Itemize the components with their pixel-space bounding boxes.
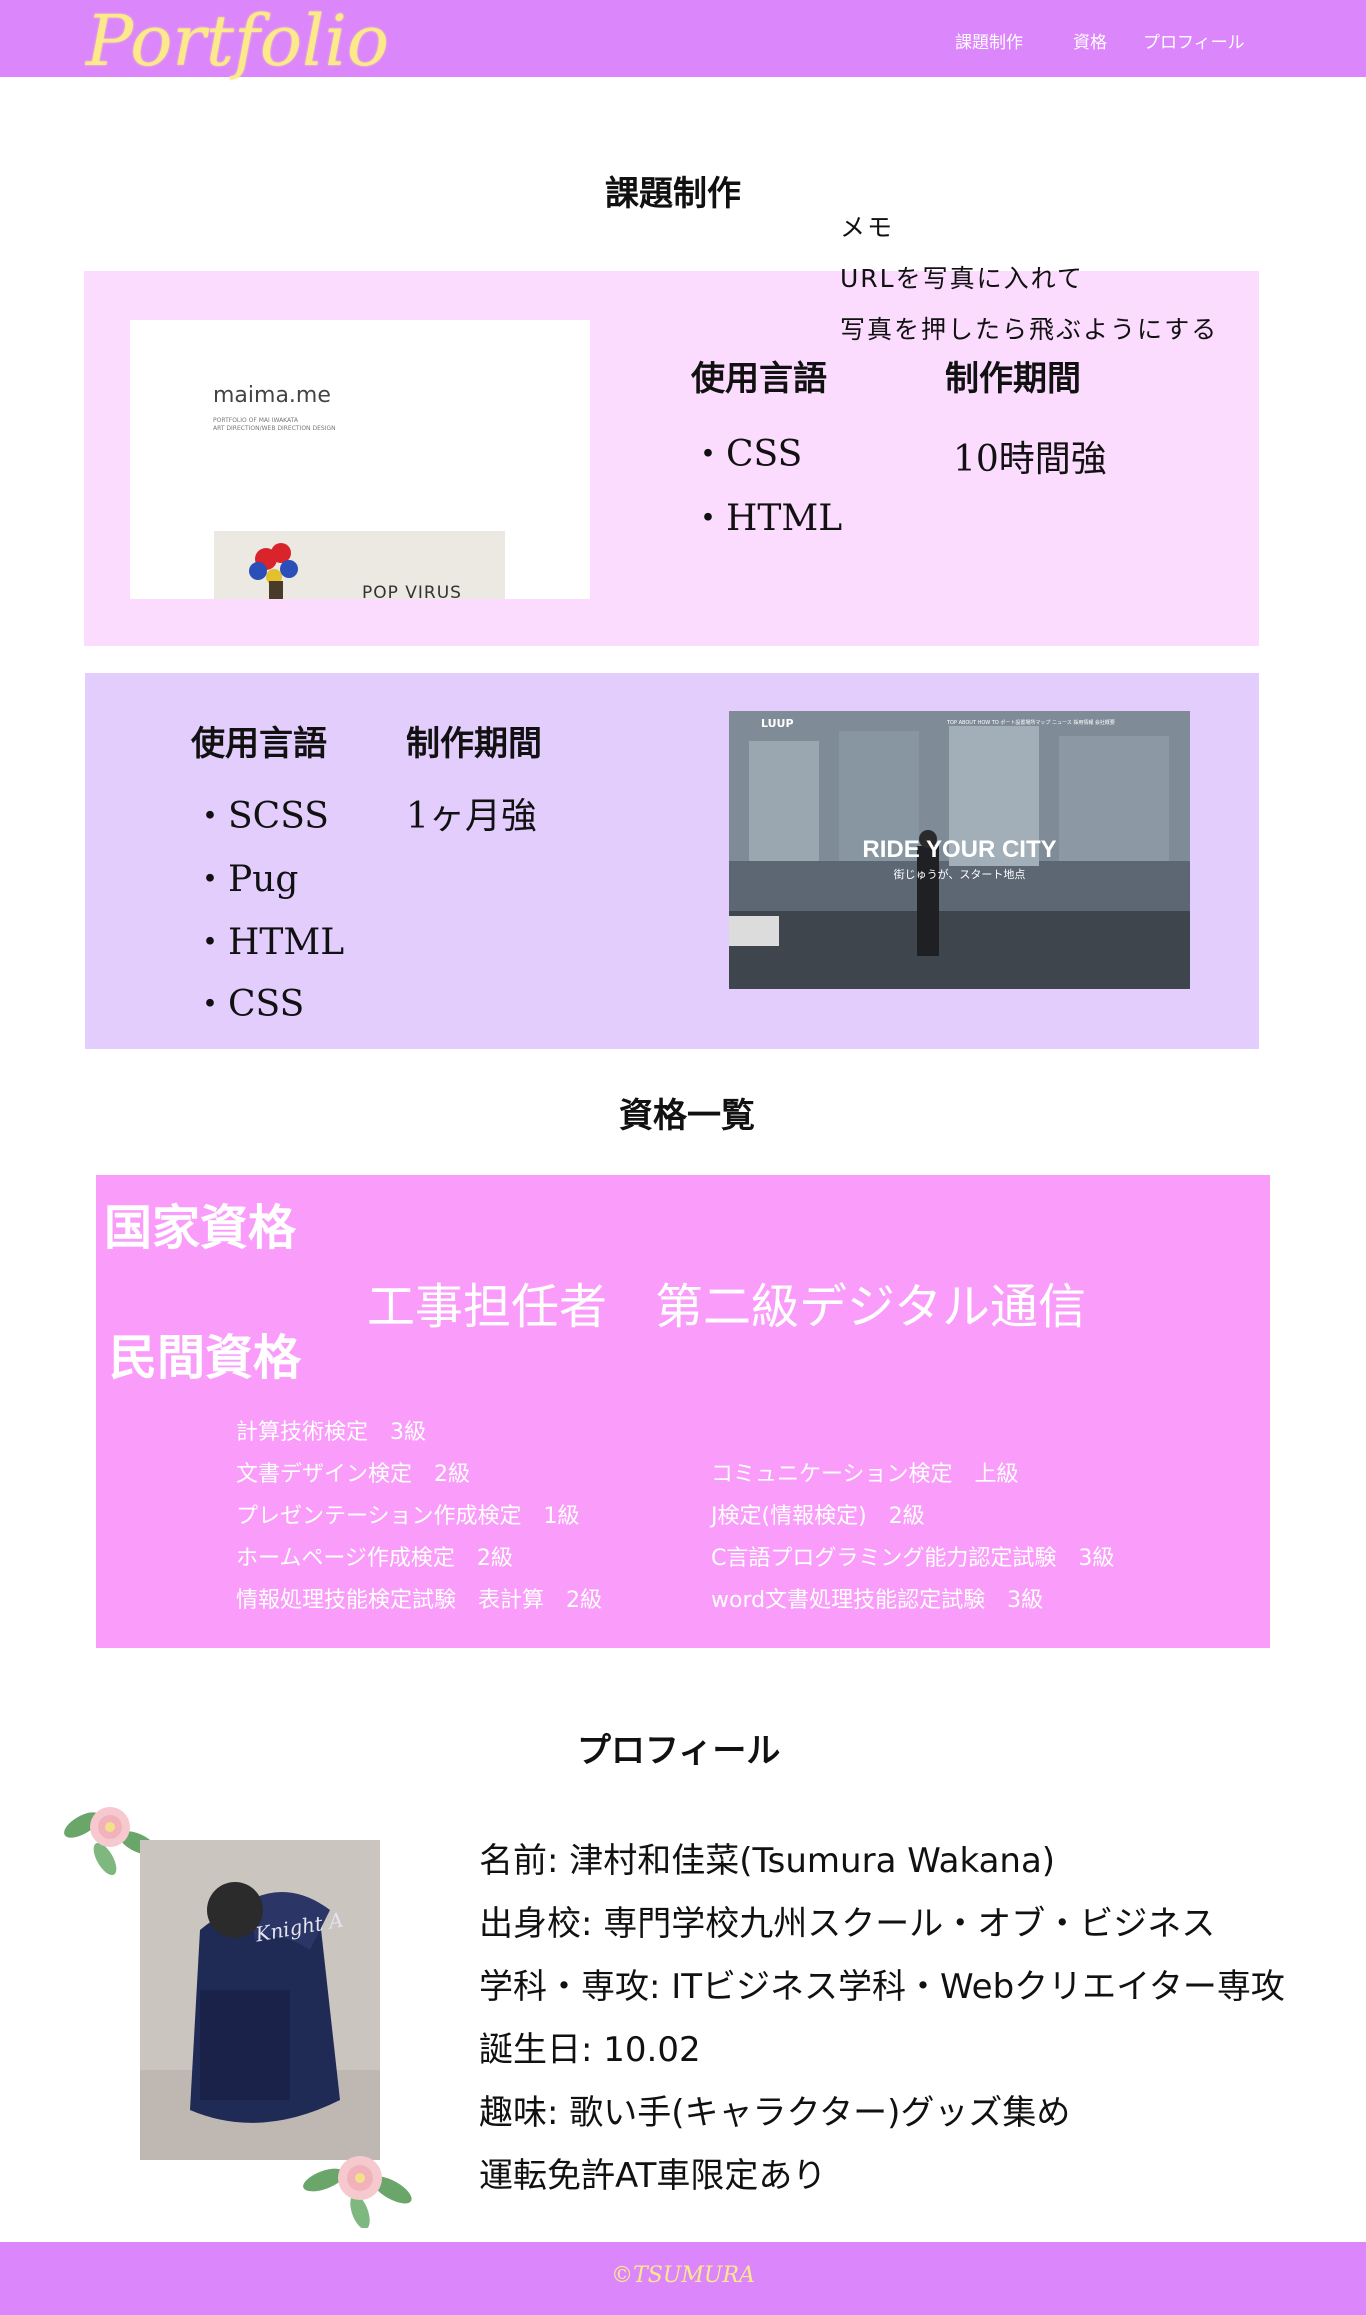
profile-name: 名前: 津村和佳菜(Tsumura Wakana): [479, 1841, 1056, 1881]
private-qualification-item: コミュニケーション検定 上級: [711, 1462, 1019, 1487]
profile-photo: Knight A: [140, 1840, 380, 2160]
qualifications-section-title: 資格一覧: [619, 1096, 755, 1136]
profile-photo-image: [140, 1840, 380, 2160]
card2-lang-label: 使用言語: [191, 724, 327, 764]
card2-language-item: ・CSS: [192, 984, 305, 1025]
thumb1-album-art: POP VIRUS: [214, 531, 505, 599]
profile-department: 学科・専攻: ITビジネス学科・Webクリエイター専攻: [479, 1967, 1285, 2007]
national-qualification-item: 工事担任者 第二級デジタル通信: [367, 1279, 1087, 1335]
thumb1-sub2: ART DIRECTION/WEB DIRECTION DESIGN: [213, 425, 336, 432]
nav-link-qualifications[interactable]: 資格: [1073, 28, 1107, 53]
memo-line-1: URLを写真に入れて: [840, 264, 1084, 293]
card1-lang-label: 使用言語: [691, 359, 827, 399]
card1-language-item: ・HTML: [690, 498, 843, 539]
private-qualification-item: 文書デザイン検定 2級: [236, 1462, 470, 1487]
private-qualification-item: word文書処理技能認定試験 3級: [711, 1588, 1044, 1613]
work-2-thumbnail[interactable]: LUUP TOP ABOUT HOW TO ポート設置場所マップ ニュース 採用…: [729, 711, 1190, 989]
thumb1-caption: POP VIRUS: [362, 583, 462, 599]
thumb2-subline: 街じゅうが、スタート地点: [893, 868, 1026, 881]
thumb2-headline: RIDE YOUR CITY: [862, 836, 1057, 863]
private-qualification-item: J検定(情報検定) 2級: [711, 1504, 925, 1529]
card1-language-item: ・CSS: [690, 434, 803, 475]
works-section-title: 課題制作: [605, 174, 741, 214]
card1-period-value: 10時間強: [953, 439, 1107, 480]
thumb1-sub1: PORTFOLIO OF MAI IWAKATA: [213, 417, 298, 424]
card1-period-label: 制作期間: [945, 359, 1081, 399]
card2-period-label: 制作期間: [406, 724, 542, 764]
profile-birthday: 誕生日: 10.02: [479, 2030, 701, 2070]
site-logo[interactable]: Portfolio: [86, 6, 389, 76]
profile-license: 運転免許AT車限定あり: [479, 2156, 827, 2196]
copyright-text: ©TSUMURA: [611, 2263, 755, 2288]
profile-section-title: プロフィール: [577, 1731, 781, 1771]
private-qualification-item: 計算技術検定 3級: [236, 1420, 426, 1445]
nav-link-works[interactable]: 課題制作: [955, 28, 1023, 53]
work-1-thumbnail[interactable]: maima.me PORTFOLIO OF MAI IWAKATA ART DI…: [130, 320, 590, 599]
profile-hobby: 趣味: 歌い手(キャラクター)グッズ集め: [479, 2093, 1071, 2133]
private-qualification-label: 民間資格: [109, 1330, 302, 1386]
national-qualification-label: 国家資格: [104, 1200, 297, 1256]
private-qualification-item: プレゼンテーション作成検定 1級: [236, 1504, 580, 1529]
card2-period-value: 1ヶ月強: [406, 796, 537, 837]
camellia-flower-icon: [303, 2156, 412, 2228]
thumb2-menu: TOP ABOUT HOW TO ポート設置場所マップ ニュース 採用情報 会社…: [947, 720, 1115, 726]
card2-language-item: ・HTML: [192, 922, 345, 963]
profile-school: 出身校: 専門学校九州スクール・オブ・ビジネス: [479, 1904, 1216, 1944]
nav-link-profile[interactable]: プロフィール: [1143, 28, 1245, 53]
memo-heading: メモ: [840, 213, 895, 242]
thumb2-brand: LUUP: [761, 717, 794, 730]
private-qualification-item: ホームページ作成検定 2級: [236, 1546, 513, 1571]
memo-line-2: 写真を押したら飛ぶようにする: [840, 315, 1219, 344]
thumb1-brand: maima.me: [213, 383, 331, 408]
private-qualification-item: 情報処理技能検定試験 表計算 2級: [236, 1588, 602, 1613]
card2-language-item: ・SCSS: [192, 796, 329, 837]
private-qualification-item: C言語プログラミング能力認定試験 3級: [711, 1546, 1115, 1571]
card2-language-item: ・Pug: [192, 859, 299, 900]
